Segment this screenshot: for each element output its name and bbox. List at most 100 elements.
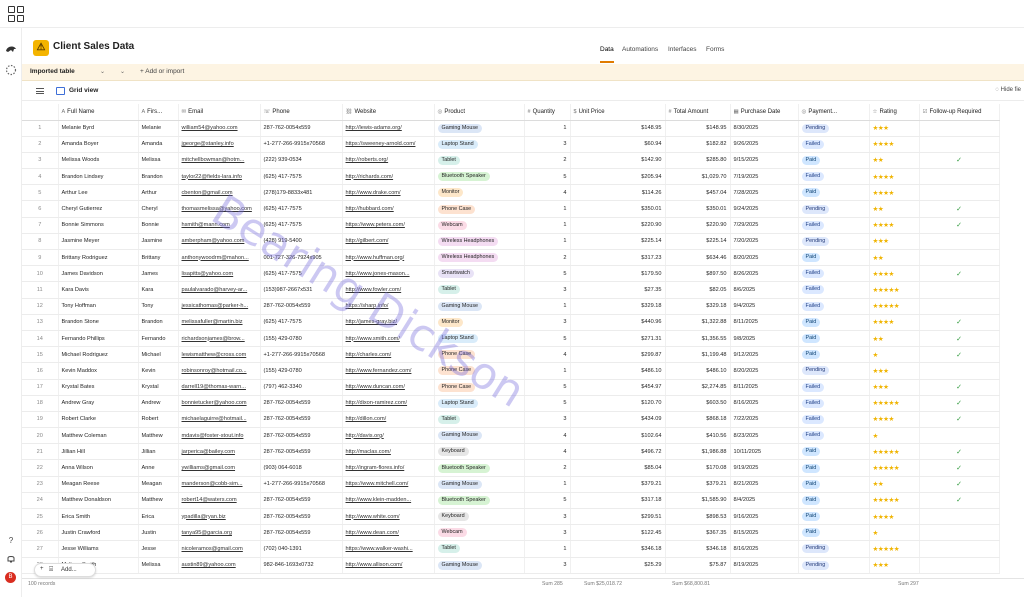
quantity-cell[interactable]: 2 [524, 459, 571, 477]
table-row[interactable]: 8 Jasmine Meyer Jasmine amberpham@yahoo.com… [22, 233, 1000, 251]
chevron-down-icon[interactable]: ⌄ [100, 68, 105, 75]
table-row[interactable]: 6 Cheryl Gutierrez Cheryl thomasmelissa@yah… [22, 200, 1000, 218]
website-cell[interactable]: http://ingram-flores.info/ [342, 459, 435, 477]
product-cell[interactable]: Phone Case [434, 379, 525, 396]
first-name-cell[interactable]: James [138, 265, 179, 283]
phone-cell[interactable]: (428) 919-5400 [260, 233, 343, 251]
quantity-cell[interactable]: 5 [524, 395, 571, 412]
quantity-cell[interactable]: 4 [524, 346, 571, 364]
phone-cell[interactable]: 287-762-0054x559 [260, 298, 343, 315]
unit-price-cell[interactable]: $299.87 [570, 346, 666, 364]
chevron-down-icon[interactable]: ⌄ [124, 40, 131, 49]
product-cell[interactable]: Webcam [434, 524, 525, 542]
email-cell[interactable]: tanya95@garcia.org [178, 524, 261, 542]
email-cell[interactable]: amberpham@yahoo.com [178, 233, 261, 251]
phone-cell[interactable]: (797) 462-3340 [260, 379, 343, 396]
product-cell[interactable]: Tablet [434, 411, 525, 429]
header-rating[interactable]: ☆ Rating [869, 104, 920, 121]
apps-grid-icon[interactable] [8, 6, 24, 22]
purchase-date-cell[interactable]: 9/16/2025 [730, 508, 799, 526]
total-amount-cell[interactable]: $285.80 [665, 152, 731, 170]
header-total-amount[interactable]: # Total Amount [665, 104, 731, 121]
product-cell[interactable]: Laptop Stand [434, 330, 525, 348]
total-amount-cell[interactable]: $350.01 [665, 200, 731, 218]
table-row[interactable]: 20 Matthew Coleman Matthew mdavis@foster-st… [22, 427, 1000, 445]
add-record-button[interactable]: + ⌸ Add... [34, 563, 96, 577]
purchase-date-cell[interactable]: 7/29/2025 [730, 217, 799, 234]
purchase-date-cell[interactable]: 9/4/2025 [730, 298, 799, 315]
phone-cell[interactable]: (155) 429-0780 [260, 330, 343, 348]
first-name-cell[interactable]: Matthew [138, 492, 179, 510]
full-name-cell[interactable]: Kara Davis [58, 281, 139, 299]
first-name-cell[interactable]: Brittany [138, 249, 179, 267]
product-cell[interactable]: Wireless Headphones [434, 249, 525, 267]
website-link[interactable]: http://www.fernandez.com/ [346, 368, 412, 374]
total-amount-cell[interactable]: $367.35 [665, 524, 731, 542]
quantity-cell[interactable]: 1 [524, 120, 571, 137]
email-cell[interactable]: ypadilla@ryan.biz [178, 508, 261, 526]
payment-cell[interactable]: Paid [798, 492, 870, 510]
website-cell[interactable]: http://james-gray.biz/ [342, 314, 435, 331]
email-cell[interactable]: robinsonroy@hotmail.co... [178, 362, 261, 380]
phone-cell[interactable]: 287-762-0054x559 [260, 508, 343, 526]
table-row[interactable]: 9 Brittany Rodriguez Brittany anthonywoodrm… [22, 249, 1000, 267]
total-amount-cell[interactable]: $329.18 [665, 298, 731, 315]
first-name-cell[interactable]: Anne [138, 459, 179, 477]
table-row[interactable]: 3 Melissa Woods Melissa mitchellbowman@hotm… [22, 152, 1000, 170]
follow-up-cell[interactable] [919, 298, 1000, 315]
email-link[interactable]: manderson@cobb-sim... [182, 481, 243, 487]
phone-cell[interactable]: (625) 417-7575 [260, 168, 343, 186]
product-cell[interactable]: Tablet [434, 540, 525, 558]
first-name-cell[interactable]: Bonnie [138, 217, 179, 234]
table-row[interactable]: 13 Brandon Stone Brandon melissafuller@mart… [22, 314, 1000, 331]
header-payment[interactable]: ◎ Payment... [798, 104, 870, 121]
follow-up-cell[interactable]: ✓ [919, 411, 1000, 429]
email-link[interactable]: hsmith@mann.com [182, 222, 230, 228]
header-phone[interactable]: ☏ Phone [260, 104, 343, 121]
website-cell[interactable]: http://charles.com/ [342, 346, 435, 364]
purchase-date-cell[interactable]: 8/23/2025 [730, 427, 799, 445]
quantity-cell[interactable]: 3 [524, 411, 571, 429]
website-cell[interactable]: http://dixon-ramirez.com/ [342, 395, 435, 412]
website-cell[interactable]: https://www.mitchell.com/ [342, 476, 435, 493]
table-row[interactable]: 11 Kara Davis Kara paulalvarado@harvey-ar..… [22, 281, 1000, 299]
total-amount-cell[interactable]: $1,029.70 [665, 168, 731, 186]
follow-up-cell[interactable]: ✓ [919, 476, 1000, 493]
email-cell[interactable]: lisapitts@yahoo.com [178, 265, 261, 283]
quantity-cell[interactable]: 1 [524, 298, 571, 315]
header-full-name[interactable]: A Full Name [58, 104, 139, 121]
unit-price-cell[interactable]: $148.95 [570, 120, 666, 137]
email-cell[interactable]: bonnietucker@yahoo.com [178, 395, 261, 412]
unit-price-cell[interactable]: $271.31 [570, 330, 666, 348]
full-name-cell[interactable]: Matthew Coleman [58, 427, 139, 445]
email-link[interactable]: taylor22@fields-lara.info [182, 174, 242, 180]
hide-fields-button[interactable]: ◌ Hide fie [995, 87, 1021, 93]
product-cell[interactable]: Keyboard [434, 443, 525, 461]
website-link[interactable]: http://www.huffman.org/ [346, 255, 405, 261]
email-link[interactable]: jgeorge@stanley.info [182, 141, 234, 147]
phone-cell[interactable]: 001-727-326-7924x905 [260, 249, 343, 267]
website-cell[interactable]: http://lewis-adams.org/ [342, 120, 435, 137]
payment-cell[interactable]: Pending [798, 362, 870, 380]
first-name-cell[interactable]: Arthur [138, 184, 179, 202]
product-cell[interactable]: Keyboard [434, 508, 525, 526]
header-quantity[interactable]: # Quantity [524, 104, 571, 121]
phone-cell[interactable]: (278)179-8833x481 [260, 184, 343, 202]
follow-up-cell[interactable]: ✓ [919, 492, 1000, 510]
unit-price-cell[interactable]: $379.21 [570, 476, 666, 493]
full-name-cell[interactable]: Andrew Gray [58, 395, 139, 412]
website-cell[interactable]: http://www.allison.com/ [342, 557, 435, 574]
first-name-cell[interactable]: Robert [138, 411, 179, 429]
product-cell[interactable]: Gaming Mouse [434, 476, 525, 493]
full-name-cell[interactable]: Tony Hoffman [58, 298, 139, 315]
follow-up-cell[interactable] [919, 508, 1000, 526]
purchase-date-cell[interactable]: 8/4/2025 [730, 492, 799, 510]
purchase-date-cell[interactable]: 8/19/2025 [730, 557, 799, 574]
website-link[interactable]: https://www.peters.com/ [346, 222, 405, 228]
rating-cell[interactable]: ★★★★ [869, 265, 920, 283]
follow-up-cell[interactable]: ✓ [919, 200, 1000, 218]
website-link[interactable]: http://www.allison.com/ [346, 562, 403, 568]
phone-cell[interactable]: 982-846-1693x0732 [260, 557, 343, 574]
product-cell[interactable]: Phone Case [434, 346, 525, 364]
follow-up-cell[interactable] [919, 427, 1000, 445]
